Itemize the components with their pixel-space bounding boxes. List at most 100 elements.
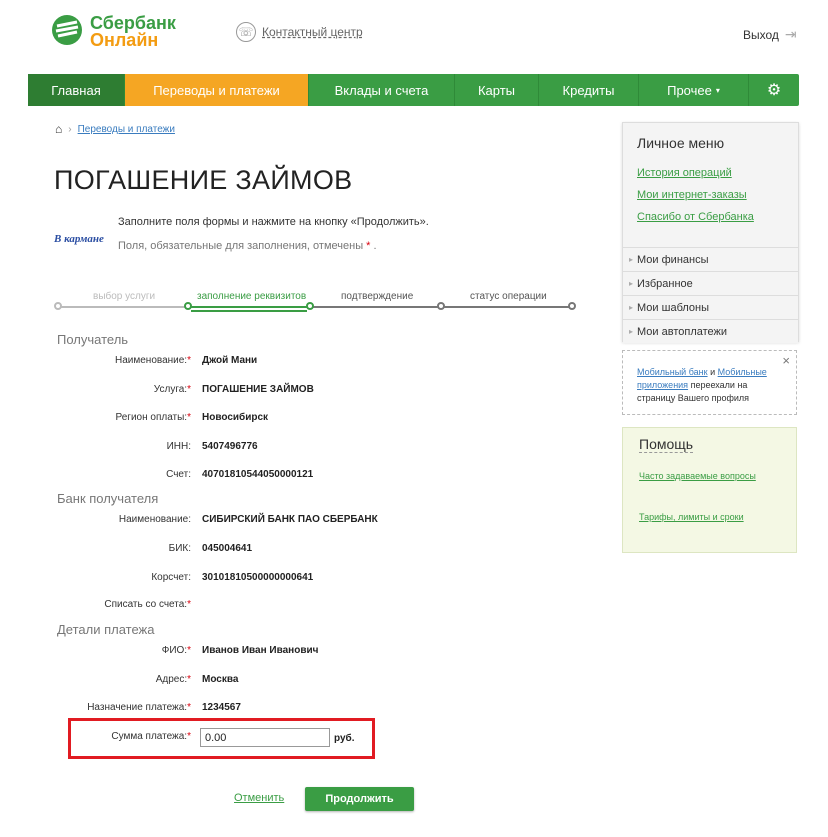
notice-link-mobile-bank[interactable]: Мобильный банк xyxy=(637,367,708,377)
menu-item-favorites[interactable]: ▸ Избранное xyxy=(623,271,798,295)
menu-link-orders[interactable]: Мои интернет-заказы xyxy=(637,189,747,201)
amount-unit: руб. xyxy=(334,733,355,744)
field-account: Счет: 40701810544050000121 xyxy=(56,466,556,486)
help-link-tariffs[interactable]: Тарифы, лимиты и сроки xyxy=(639,511,759,523)
required-mark: * xyxy=(366,240,371,252)
cancel-link[interactable]: Отменить xyxy=(234,792,284,804)
sberbank-logo-icon xyxy=(52,15,82,45)
step-label-4: статус операции xyxy=(470,291,547,302)
field-inn: ИНН: 5407496776 xyxy=(56,438,556,458)
field-value: 045004641 xyxy=(202,543,253,554)
step-dot-2 xyxy=(184,302,192,310)
field-value: Иванов Иван Иванович xyxy=(202,645,319,656)
home-icon[interactable]: ⌂ xyxy=(55,122,62,136)
personal-menu-title: Личное меню xyxy=(637,135,725,151)
field-label: Услуга:* xyxy=(153,384,191,395)
field-value: ПОГАШЕНИЕ ЗАЙМОВ xyxy=(202,384,314,395)
field-label: Адрес:* xyxy=(155,674,191,685)
nav-item-transfers[interactable]: Переводы и платежи xyxy=(125,74,309,106)
field-label: Счет: xyxy=(166,469,191,480)
step-label-1: выбор услуги xyxy=(93,291,156,302)
field-corr-account: Корсчет: 30101810500000000641 xyxy=(56,569,556,589)
contact-center[interactable]: ☏ Контактный центр xyxy=(236,22,363,42)
personal-menu: Личное меню История операций Мои интерне… xyxy=(622,122,799,343)
field-bank-name: Наименование: СИБИРСКИЙ БАНК ПАО СБЕРБАН… xyxy=(56,511,556,531)
menu-item-autopayments[interactable]: ▸ Мои автоплатежи xyxy=(623,319,798,343)
step-dot-4 xyxy=(437,302,445,310)
nav-item-more-label: Прочее xyxy=(667,82,712,98)
field-label: ФИО:* xyxy=(161,645,191,656)
menu-item-templates[interactable]: ▸ Мои шаблоны xyxy=(623,295,798,319)
chevron-right-icon: › xyxy=(68,123,72,135)
step-dot-5 xyxy=(568,302,576,310)
field-region: Регион оплаты:* Новосибирск xyxy=(56,409,556,429)
chevron-right-icon: ▸ xyxy=(629,279,634,288)
amount-input[interactable] xyxy=(200,728,330,747)
menu-link-history[interactable]: История операций xyxy=(637,167,732,179)
help-link-faq[interactable]: Часто задаваемые вопросы xyxy=(639,470,759,482)
field-label: БИК: xyxy=(168,543,191,554)
intro-instruction: Заполните поля формы и нажмите на кнопку… xyxy=(118,216,429,228)
main-nav: Главная Переводы и платежи Вклады и счет… xyxy=(28,74,799,106)
help-panel: Помощь Часто задаваемые вопросы Тарифы, … xyxy=(622,427,797,553)
nav-item-home[interactable]: Главная xyxy=(28,74,125,106)
step-label-3: подтверждение xyxy=(341,291,414,302)
step-current-underline xyxy=(191,310,307,312)
phone-icon: ☏ xyxy=(236,22,256,42)
field-value: 30101810500000000641 xyxy=(202,572,314,583)
step-dot-1 xyxy=(54,302,62,310)
field-recipient-name: Наименование:* Джой Мани xyxy=(56,352,556,372)
field-service: Услуга:* ПОГАШЕНИЕ ЗАЙМОВ xyxy=(56,381,556,401)
chevron-right-icon: ▸ xyxy=(629,327,634,336)
intro-required-text: Поля, обязательные для заполнения, отмеч… xyxy=(118,240,364,252)
field-fio: ФИО:* Иванов Иван Иванович xyxy=(56,642,556,662)
field-label: Наименование: xyxy=(118,514,191,525)
field-purpose: Назначение платежа:* 1234567 xyxy=(56,699,556,719)
field-label: Корсчет: xyxy=(151,572,191,583)
intro-required-note: Поля, обязательные для заполнения, отмеч… xyxy=(118,240,377,252)
field-value: 40701810544050000121 xyxy=(202,469,314,480)
nav-item-deposits[interactable]: Вклады и счета xyxy=(309,74,455,106)
field-label: Назначение платежа:* xyxy=(87,702,191,713)
field-label: ИНН: xyxy=(166,441,191,452)
logo-text-online: Онлайн xyxy=(90,30,159,50)
menu-list: ▸ Мои финансы ▸ Избранное ▸ Мои шаблоны ▸ Мо… xyxy=(623,247,798,343)
mobile-notice: × Мобильный банк и Мобильные приложения … xyxy=(622,350,797,415)
help-title[interactable]: Помощь xyxy=(639,436,694,453)
step-line-2 xyxy=(188,306,310,308)
nav-item-more[interactable]: Прочее ▾ xyxy=(639,74,749,106)
chevron-down-icon: ▾ xyxy=(715,85,720,95)
nav-item-cards[interactable]: Карты xyxy=(455,74,539,106)
gear-icon[interactable]: ⚙ xyxy=(749,74,799,106)
logout-icon: ⇥ xyxy=(784,26,797,42)
field-label: Наименование:* xyxy=(114,355,191,366)
breadcrumb: ⌂ › Переводы и платежи xyxy=(55,122,175,136)
field-value: Новосибирск xyxy=(202,412,269,423)
page-title: ПОГАШЕНИЕ ЗАЙМОВ xyxy=(54,165,353,195)
close-icon[interactable]: × xyxy=(782,354,790,367)
step-dot-3 xyxy=(306,302,314,310)
logout-label: Выход xyxy=(743,27,779,42)
chevron-right-icon: ▸ xyxy=(629,303,634,312)
field-value: Джой Мани xyxy=(202,355,258,366)
step-line-1 xyxy=(58,306,188,308)
provider-logo: В кармане xyxy=(54,233,104,245)
field-address: Адрес:* Москва xyxy=(56,671,556,691)
menu-link-thanks[interactable]: Спасибо от Сбербанка xyxy=(637,211,754,223)
field-value: 1234567 xyxy=(202,702,241,713)
field-label: Списать со счета:* xyxy=(104,599,191,610)
step-label-2: заполнение реквизитов xyxy=(197,291,307,302)
breadcrumb-link-transfers[interactable]: Переводы и платежи xyxy=(78,124,175,135)
logout-button[interactable]: Выход ⇥ xyxy=(743,26,797,43)
menu-item-finances[interactable]: ▸ Мои финансы xyxy=(623,247,798,271)
continue-button[interactable]: Продолжить xyxy=(305,787,414,811)
sberbank-logo[interactable]: Сбербанк Онлайн xyxy=(50,13,180,50)
field-label: Сумма платежа:* xyxy=(111,731,191,742)
section-title-bank: Банк получателя xyxy=(57,491,159,506)
contact-center-link[interactable]: Контактный центр xyxy=(262,25,363,39)
chevron-right-icon: ▸ xyxy=(629,255,634,264)
field-debit-account: Списать со счета:* xyxy=(56,596,556,616)
section-title-details: Детали платежа xyxy=(57,622,155,637)
notice-text-and: и xyxy=(710,367,716,377)
nav-item-credits[interactable]: Кредиты xyxy=(539,74,639,106)
